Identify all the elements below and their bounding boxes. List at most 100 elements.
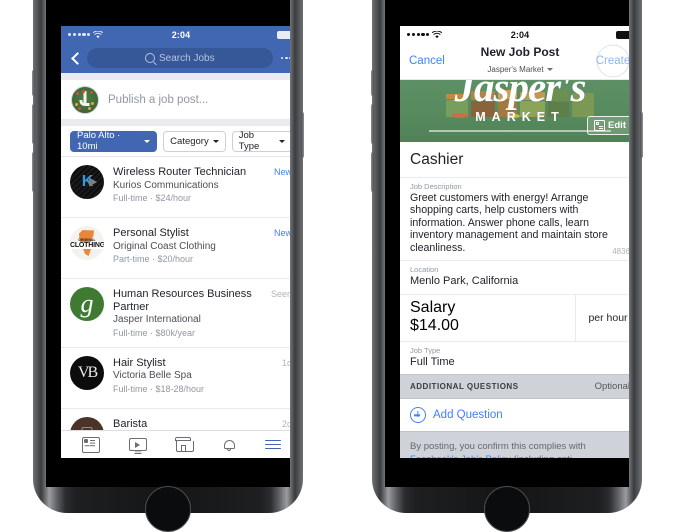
search-icon	[145, 53, 156, 63]
list-item[interactable]: VB Hair Stylist Victoria Belle Spa Full-…	[61, 348, 290, 409]
power-button-left[interactable]	[301, 112, 304, 158]
chevron-down-icon	[212, 139, 219, 143]
job-post-form: Cashier Job Description Greet customers …	[400, 142, 629, 458]
job-type-label: Job Type	[410, 345, 441, 355]
job-meta: Full-time · $24/hour	[113, 193, 192, 203]
job-meta: Part-time · $20/hour	[113, 254, 194, 264]
wifi-icon	[432, 30, 443, 38]
job-description-field[interactable]: Job Description Greet customers with ene…	[400, 177, 629, 260]
mute-switch-left[interactable]	[32, 70, 35, 96]
victoria-belle-spa-logo: VB	[70, 355, 104, 390]
jobs-nav-bar: Search Jobs	[61, 43, 290, 73]
menu-hamburger-icon[interactable]	[264, 439, 281, 450]
filter-job-type-label: Job Type	[238, 130, 260, 152]
job-meta: Full-time · $80k/year	[113, 327, 196, 338]
signal-dots-icon	[68, 32, 91, 37]
job-company: Kurios Communications	[113, 179, 219, 191]
additional-questions-optional: Optional	[594, 381, 629, 393]
back-chevron-icon[interactable]	[69, 53, 80, 64]
add-question-button[interactable]: Add Question	[400, 399, 629, 432]
salary-value: $14.00	[410, 316, 459, 334]
salary-field[interactable]: Salary $14.00 per hour	[400, 293, 629, 341]
list-item[interactable]: g Human Resources Business Partner Jaspe…	[61, 279, 290, 348]
status-badge: Seen	[270, 289, 290, 299]
phone-right: 2:04 Cancel New Job Post Jasper's Market	[371, 0, 643, 532]
edit-button-label: Edit	[608, 120, 626, 131]
mute-switch-right[interactable]	[371, 70, 374, 96]
additional-questions-title: ADDITIONAL QUESTIONS	[410, 382, 519, 392]
volume-down-right[interactable]	[371, 152, 374, 192]
page-subtitle-label: Jasper's Market	[487, 64, 544, 74]
salary-unit-selector[interactable]: per hour	[575, 294, 629, 341]
volume-up-right[interactable]	[371, 104, 374, 144]
publish-job-post-row[interactable]: Publish a job post...	[61, 80, 290, 119]
disclaimer-text-1: By posting, you confirm this complies wi…	[410, 441, 586, 453]
new-job-post-nav: Cancel New Job Post Jasper's Market Crea…	[400, 43, 629, 80]
marketplace-icon[interactable]	[175, 437, 194, 452]
jobs-policy-link[interactable]: Facebook's Job's Policy	[410, 454, 511, 458]
status-left-group	[407, 30, 443, 39]
list-item[interactable]: K Wireless Router Technician Kurios Comm…	[61, 157, 290, 218]
job-title-field[interactable]: Cashier	[400, 142, 629, 177]
location-field[interactable]: Location Menlo Park, California	[400, 260, 629, 294]
battery-icon-left	[277, 30, 290, 39]
edit-cover-photo-button[interactable]: Edit	[586, 116, 629, 135]
location-value: Menlo Park, California	[410, 275, 519, 288]
filter-category[interactable]: Category	[163, 130, 226, 152]
status-badge: New	[273, 228, 290, 238]
kurios-logo: K	[70, 165, 104, 199]
job-description-value: Greet customers with energy! Arrange sho…	[410, 192, 608, 254]
status-left-group	[68, 30, 104, 39]
salary-label: Salary	[410, 298, 456, 316]
page-subtitle[interactable]: Jasper's Market	[487, 64, 553, 75]
status-badge: 1d	[281, 357, 290, 368]
chevron-down-icon	[546, 67, 553, 71]
job-filters: Palo Alto · 10mi Category Job Type	[61, 126, 290, 157]
legal-disclaimer: By posting, you confirm this complies wi…	[400, 431, 629, 458]
cover-photo-script-text: Jasper's	[454, 80, 587, 110]
job-company: Victoria Belle Spa	[113, 370, 192, 381]
more-options-icon[interactable]	[280, 56, 290, 60]
screen-left: 2:04 Search Jobs Publish a job post... P…	[61, 26, 290, 458]
job-info: Hair Stylist Victoria Belle Spa Full-tim…	[113, 356, 273, 395]
occ-logo-main: CLOTHING	[70, 241, 104, 249]
edit-image-icon	[593, 120, 605, 131]
chevron-down-icon	[279, 139, 285, 143]
notifications-bell-icon[interactable]	[223, 438, 236, 452]
filter-location[interactable]: Palo Alto · 10mi	[70, 130, 158, 152]
watch-video-icon[interactable]	[128, 438, 147, 451]
home-button-left[interactable]	[145, 486, 191, 532]
original-coast-clothing-logo: ORIGINAL COAST CLOTHING	[70, 226, 104, 260]
search-jobs-input[interactable]: Search Jobs	[87, 48, 273, 68]
character-counter: 4836	[612, 247, 629, 257]
battery-icon-right	[616, 30, 629, 39]
create-button[interactable]: Create	[595, 43, 629, 79]
home-button-right[interactable]	[484, 486, 530, 532]
volume-up-left[interactable]	[32, 104, 35, 144]
job-title: Personal Stylist	[113, 227, 189, 239]
screen-right: 2:04 Cancel New Job Post Jasper's Market	[400, 26, 629, 458]
add-question-label: Add Question	[433, 409, 503, 422]
news-feed-icon[interactable]	[81, 436, 100, 453]
volume-down-left[interactable]	[32, 152, 35, 192]
job-company: Original Coast Clothing	[113, 240, 216, 252]
power-button-right[interactable]	[640, 112, 643, 158]
cancel-button[interactable]: Cancel	[409, 55, 445, 67]
gray-spacer-top	[61, 73, 290, 80]
job-type-field[interactable]: Job Type Full Time	[400, 340, 629, 375]
job-title: Wireless Router Technician	[113, 166, 247, 178]
bottom-tab-bar	[61, 430, 290, 458]
location-label: Location	[410, 265, 439, 275]
job-title: Barista	[113, 417, 148, 430]
status-badge: New	[273, 167, 290, 177]
search-placeholder: Search Jobs	[159, 52, 215, 64]
filter-job-type[interactable]: Job Type	[231, 130, 290, 152]
list-item[interactable]: ORIGINAL COAST CLOTHING Personal Stylist…	[61, 218, 290, 279]
job-meta: Full-time · $18-28/hour	[113, 383, 205, 394]
wifi-icon	[93, 30, 104, 38]
phone-glass-left: 2:04 Search Jobs Publish a job post... P…	[46, 0, 290, 487]
job-info: Personal Stylist Original Coast Clothing…	[113, 226, 265, 265]
salary-amount-group[interactable]: Salary $14.00	[400, 295, 575, 341]
job-info: Wireless Router Technician Kurios Commun…	[113, 165, 265, 204]
filter-category-label: Category	[170, 135, 209, 147]
